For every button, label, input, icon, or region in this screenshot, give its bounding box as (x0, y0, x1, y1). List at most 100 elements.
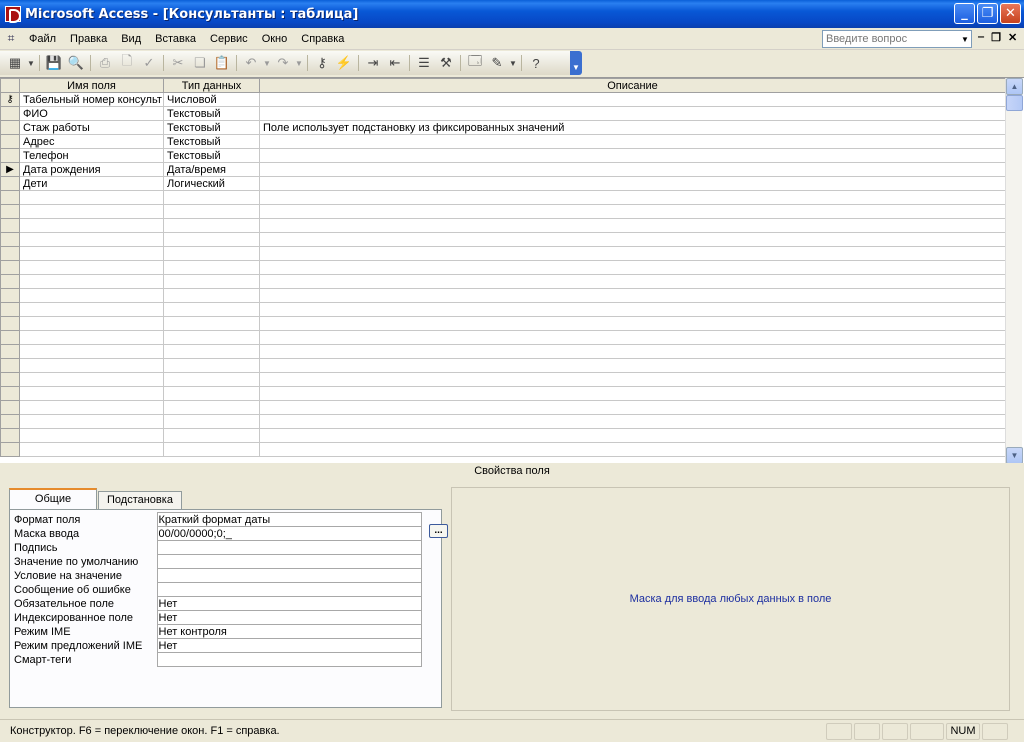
description-cell[interactable] (259, 386, 1006, 401)
property-value-field[interactable] (156, 582, 422, 597)
data-type-cell[interactable] (163, 246, 260, 261)
empty-field-row[interactable] (0, 428, 1006, 443)
field-name-cell[interactable]: ФИО (19, 106, 164, 121)
vertical-scrollbar[interactable]: ▲ ▼ (1005, 78, 1023, 463)
empty-field-row[interactable] (0, 442, 1006, 457)
database-window-icon[interactable]: 🗔 (464, 53, 486, 73)
description-cell[interactable] (259, 148, 1006, 163)
description-cell[interactable] (259, 246, 1006, 261)
row-selector[interactable] (0, 330, 20, 345)
field-name-cell[interactable] (19, 442, 164, 457)
row-selector[interactable] (0, 344, 20, 359)
row-selector[interactable] (0, 400, 20, 415)
description-cell[interactable] (259, 260, 1006, 275)
field-name-cell[interactable] (19, 246, 164, 261)
description-cell[interactable] (259, 442, 1006, 457)
field-name-cell[interactable] (19, 190, 164, 205)
description-cell[interactable] (259, 106, 1006, 121)
delete-rows-icon[interactable]: ⇤ (384, 53, 406, 73)
empty-field-row[interactable] (0, 386, 1006, 401)
field-name-cell[interactable] (19, 400, 164, 415)
field-name-cell[interactable] (19, 428, 164, 443)
document-icon[interactable]: ⌗ (0, 30, 22, 48)
field-row[interactable]: Телефон Текстовый (0, 148, 1006, 163)
primary-key-icon[interactable]: ⚷ (311, 53, 333, 73)
data-type-cell[interactable]: Текстовый (163, 120, 260, 135)
row-selector[interactable] (0, 232, 20, 247)
row-selector[interactable] (0, 260, 20, 275)
property-value-field[interactable]: Нет (156, 638, 422, 653)
description-cell[interactable] (259, 344, 1006, 359)
tab-general[interactable]: Общие (9, 488, 97, 510)
data-type-cell[interactable] (163, 372, 260, 387)
field-name-cell[interactable] (19, 260, 164, 275)
data-type-cell[interactable] (163, 358, 260, 373)
row-selector[interactable] (0, 176, 20, 191)
row-selector[interactable] (0, 358, 20, 373)
build-icon[interactable]: ⚒ (435, 53, 457, 73)
row-selector[interactable] (0, 442, 20, 457)
field-name-cell[interactable]: Дети (19, 176, 164, 191)
field-name-cell[interactable] (19, 218, 164, 233)
scroll-up-icon[interactable]: ▲ (1006, 78, 1023, 95)
data-type-cell[interactable] (163, 442, 260, 457)
build-ellipsis-button[interactable]: ... (429, 524, 448, 538)
data-type-cell[interactable]: Текстовый (163, 134, 260, 149)
row-selector[interactable] (0, 428, 20, 443)
copy-icon[interactable]: ❏ (189, 53, 211, 73)
menu-file[interactable]: Файл (22, 33, 63, 45)
data-type-cell[interactable] (163, 330, 260, 345)
description-cell[interactable] (259, 92, 1006, 107)
data-type-cell[interactable] (163, 274, 260, 289)
field-name-cell[interactable] (19, 274, 164, 289)
doc-restore-button[interactable]: ❐ (991, 31, 1001, 44)
row-selector[interactable] (0, 302, 20, 317)
row-selector[interactable] (0, 316, 20, 331)
empty-field-row[interactable] (0, 288, 1006, 303)
description-cell[interactable] (259, 274, 1006, 289)
field-name-cell[interactable] (19, 330, 164, 345)
field-name-cell[interactable] (19, 344, 164, 359)
cut-icon[interactable]: ✂ (167, 53, 189, 73)
redo-icon[interactable]: ↷ (272, 53, 294, 73)
data-type-cell[interactable] (163, 232, 260, 247)
row-selector[interactable] (0, 204, 20, 219)
empty-field-row[interactable] (0, 372, 1006, 387)
resize-grip-icon[interactable] (1010, 723, 1024, 740)
field-name-cell[interactable] (19, 386, 164, 401)
menu-view[interactable]: Вид (114, 33, 148, 45)
redo-dropdown-icon[interactable]: ▼ (294, 53, 304, 73)
data-type-cell[interactable]: Логический (163, 176, 260, 191)
description-cell[interactable] (259, 302, 1006, 317)
empty-field-row[interactable] (0, 218, 1006, 233)
indexes-icon[interactable]: ⚡ (333, 53, 355, 73)
description-cell[interactable] (259, 400, 1006, 415)
empty-field-row[interactable] (0, 358, 1006, 373)
property-value-field[interactable] (156, 554, 422, 569)
empty-field-row[interactable] (0, 344, 1006, 359)
ask-question-input[interactable]: Введите вопрос ▼ (822, 30, 972, 48)
description-cell[interactable] (259, 134, 1006, 149)
close-button[interactable]: ✕ (1000, 3, 1021, 24)
row-selector[interactable] (0, 386, 20, 401)
property-value-field[interactable] (156, 652, 422, 667)
data-type-cell[interactable] (163, 428, 260, 443)
menu-help[interactable]: Справка (294, 33, 351, 45)
minimize-button[interactable]: _ (954, 3, 975, 24)
new-object-dropdown-icon[interactable]: ▼ (508, 53, 518, 73)
description-cell[interactable] (259, 372, 1006, 387)
help-icon[interactable]: ? (525, 53, 547, 73)
print-icon[interactable]: ⎙ (94, 53, 116, 73)
row-selector[interactable] (0, 148, 20, 163)
menu-tools[interactable]: Сервис (203, 33, 255, 45)
save-icon[interactable]: 💾 (43, 53, 65, 73)
field-row[interactable]: ФИО Текстовый (0, 106, 1006, 121)
insert-rows-icon[interactable]: ⇥ (362, 53, 384, 73)
property-value-field[interactable]: Нет (156, 596, 422, 611)
field-row[interactable]: Стаж работы Текстовый Поле использует подс… (0, 120, 1006, 135)
menu-window[interactable]: Окно (255, 33, 295, 45)
empty-field-row[interactable] (0, 246, 1006, 261)
spelling-icon[interactable]: ✓ (138, 53, 160, 73)
empty-field-row[interactable] (0, 414, 1006, 429)
data-type-cell[interactable] (163, 190, 260, 205)
